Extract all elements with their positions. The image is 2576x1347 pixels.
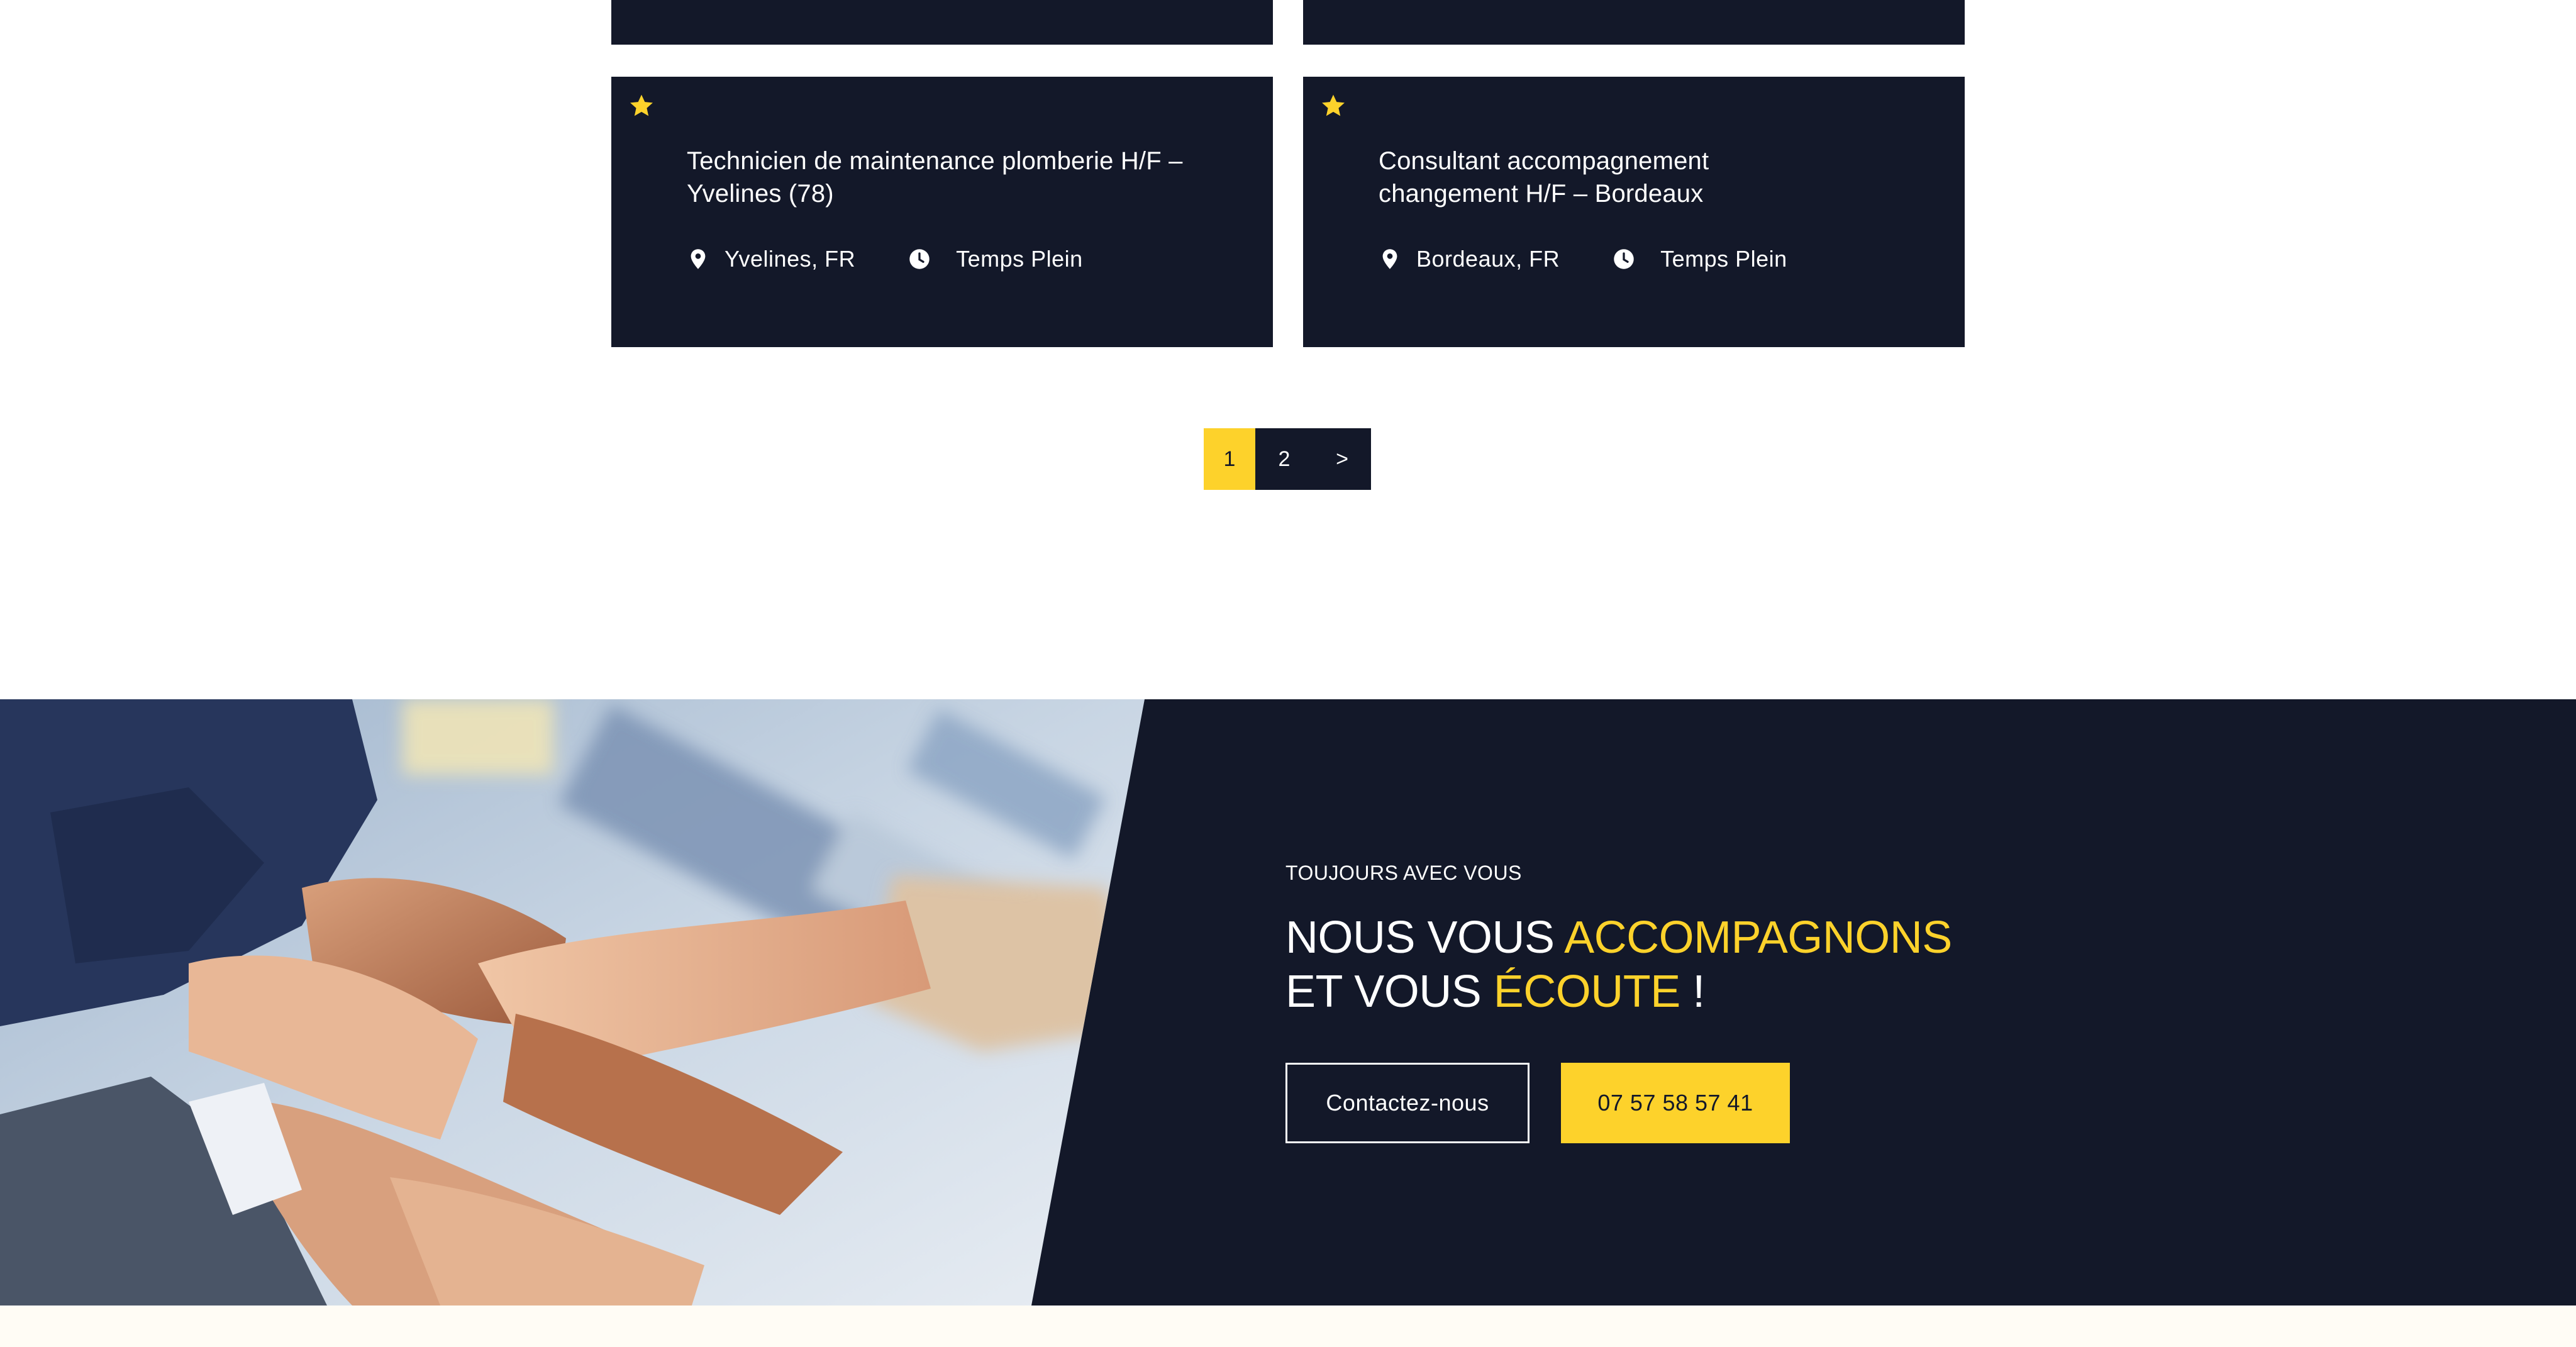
page: Technicien de maintenance plomberie H/F …: [0, 0, 2576, 1347]
teamwork-hands-photo: [0, 699, 1145, 1305]
cta-eyebrow: TOUJOURS AVEC VOUS: [1285, 862, 1522, 884]
star-icon: [1319, 92, 1347, 119]
clock-icon: [1613, 248, 1635, 270]
contact-cta-section: TOUJOURS AVEC VOUS NOUS VOUS ACCOMPAGNON…: [0, 699, 2576, 1305]
job-meta: Yvelines, FR Temps Plein: [687, 243, 1083, 275]
job-card-partial[interactable]: [1303, 0, 1965, 45]
star-icon: [628, 92, 655, 119]
headline-highlight: ACCOMPAGNONS: [1564, 912, 1952, 963]
job-location: Bordeaux, FR: [1416, 246, 1560, 272]
headline-part: !: [1680, 967, 1705, 1017]
headline-part: NOUS VOUS: [1285, 912, 1565, 963]
job-contract: Temps Plein: [956, 246, 1083, 272]
cta-headline: NOUS VOUS ACCOMPAGNONS ET VOUS ÉCOUTE !: [1285, 911, 2040, 1019]
pagination: 1 2 >: [1204, 428, 1371, 490]
phone-button[interactable]: 07 57 58 57 41: [1561, 1063, 1790, 1143]
job-card[interactable]: Technicien de maintenance plomberie H/F …: [611, 77, 1273, 347]
contact-button[interactable]: Contactez-nous: [1285, 1063, 1530, 1143]
page-button-2[interactable]: 2: [1255, 428, 1313, 490]
map-pin-icon: [1379, 248, 1401, 270]
headline-highlight: ÉCOUTE: [1493, 967, 1681, 1017]
headline-part: ET VOUS: [1285, 967, 1494, 1017]
map-pin-icon: [687, 248, 709, 270]
job-title[interactable]: Technicien de maintenance plomberie H/F …: [687, 145, 1240, 210]
job-meta: Bordeaux, FR Temps Plein: [1379, 243, 1787, 275]
next-page-button[interactable]: >: [1313, 428, 1371, 490]
job-card[interactable]: Consultant accompagnement changement H/F…: [1303, 77, 1965, 347]
footer-strip: [0, 1305, 2576, 1347]
page-button-current[interactable]: 1: [1204, 428, 1255, 490]
job-location: Yvelines, FR: [724, 246, 856, 272]
job-title[interactable]: Consultant accompagnement changement H/F…: [1379, 145, 1831, 210]
job-card-partial[interactable]: [611, 0, 1273, 45]
job-contract: Temps Plein: [1660, 246, 1787, 272]
clock-icon: [908, 248, 931, 270]
